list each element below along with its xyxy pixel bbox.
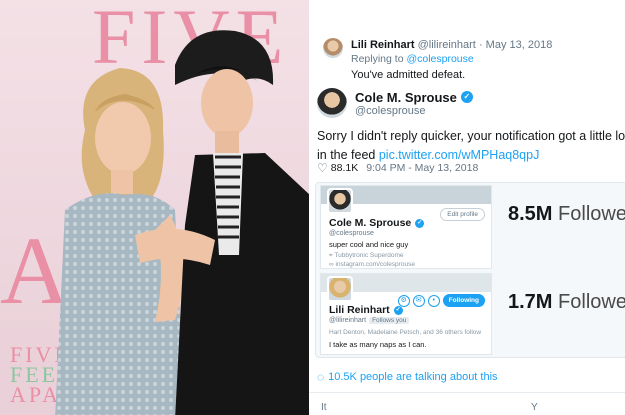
verified-badge-icon: ✓ xyxy=(460,91,473,103)
profile-name: Cole M. Sprouse ✓ xyxy=(329,217,425,229)
talking-about-text[interactable]: 10.5K people are talking about this xyxy=(328,371,497,383)
bell-icon: • xyxy=(427,294,440,307)
profile-handle: @lilireinhart Follows you xyxy=(329,317,410,324)
profile-card-cole: Edit profile Cole M. Sprouse ✓ @colesprou… xyxy=(320,185,492,269)
location-pin-icon: ⌖ xyxy=(329,252,333,259)
profile-location-text: Tubbytronic Superdome xyxy=(334,252,404,259)
reply-tweet-content: Lili Reinhart @lilireinhart · May 13, 20… xyxy=(351,38,552,82)
main-tweet-body: Sorry I didn't reply quicker, your notif… xyxy=(317,127,625,165)
avatar xyxy=(327,188,353,214)
profile-website-text: instagram.com/colesprouse xyxy=(335,261,415,268)
man-figure xyxy=(135,30,309,415)
edit-profile-button: Edit profile xyxy=(440,208,485,221)
followers-label: Followe xyxy=(558,291,625,313)
profile-name-text: Cole M. Sprouse xyxy=(329,217,412,229)
profile-card-lili: ⚙ ✉ • Following Lili Reinhart ✓ @lilirein… xyxy=(320,273,492,355)
main-author-handle[interactable]: @colesprouse xyxy=(355,105,473,117)
cut-off-text: Y xyxy=(531,402,538,413)
reply-author-name[interactable]: Lili Reinhart xyxy=(351,39,415,51)
avatar xyxy=(327,276,353,302)
like-count[interactable]: 88.1K xyxy=(331,162,358,174)
replying-to: Replying to @colesprouse xyxy=(351,52,552,66)
cut-off-text: It xyxy=(321,402,327,413)
main-author-name[interactable]: Cole M. Sprouse xyxy=(355,90,457,105)
divider xyxy=(309,392,625,393)
main-tweet-header: Cole M. Sprouse ✓ @colesprouse xyxy=(317,88,473,118)
main-author-name-row[interactable]: Cole M. Sprouse ✓ xyxy=(355,90,473,105)
event-photo: FIVE A FIVE FEET APART xyxy=(0,0,309,415)
followers-label: Followe xyxy=(558,203,625,225)
profile-actions: ⚙ ✉ • Following xyxy=(397,294,485,307)
followers-count: 8.5M xyxy=(508,203,553,225)
tweet-panel: Lili Reinhart @lilireinhart · May 13, 20… xyxy=(309,0,625,415)
followers-stat-cole: 8.5M Followe xyxy=(508,203,625,226)
reply-body: You've admitted defeat. xyxy=(351,69,466,81)
verified-badge-icon: ✓ xyxy=(415,218,425,228)
profile-bio: super cool and nice guy xyxy=(329,240,409,249)
profile-name: Lili Reinhart ✓ xyxy=(329,304,403,316)
profile-mutuals: Hart Denton, Madelaine Petsch, and 36 ot… xyxy=(329,329,482,336)
link-icon: ∞ xyxy=(329,261,334,268)
following-button: Following xyxy=(442,294,485,307)
replying-to-link[interactable]: @colesprouse xyxy=(406,53,473,65)
followers-stat-lili: 1.7M Followe xyxy=(508,291,625,314)
profile-location: ⌖ Tubbytronic Superdome xyxy=(329,252,404,260)
main-tweet-link[interactable]: pic.twitter.com/wMPHaq8qpJ xyxy=(379,148,539,162)
mail-icon: ✉ xyxy=(412,294,425,307)
main-author: Cole M. Sprouse ✓ @colesprouse xyxy=(355,90,473,117)
followers-count: 1.7M xyxy=(508,291,553,313)
profile-website: ∞ instagram.com/colesprouse xyxy=(329,261,415,268)
profile-handle: @colesprouse xyxy=(329,230,374,237)
profile-name-text: Lili Reinhart xyxy=(329,304,390,316)
replying-to-prefix: Replying to xyxy=(351,53,407,65)
tweet-timestamp[interactable]: 9:04 PM - May 13, 2018 xyxy=(366,162,478,174)
verified-badge-icon: ✓ xyxy=(393,305,403,315)
avatar[interactable] xyxy=(323,38,343,58)
embedded-image[interactable]: Edit profile Cole M. Sprouse ✓ @colesprou… xyxy=(315,182,625,358)
follows-you-badge: Follows you xyxy=(369,317,410,324)
reply-header: Lili Reinhart @lilireinhart · May 13, 20… xyxy=(351,38,552,52)
reply-tweet[interactable]: Lili Reinhart @lilireinhart · May 13, 20… xyxy=(323,38,552,82)
tweet-meta: ♡ 88.1K 9:04 PM - May 13, 2018 xyxy=(317,161,478,175)
heart-icon[interactable]: ♡ xyxy=(317,161,328,175)
reply-author-handle[interactable]: @lilireinhart xyxy=(418,39,476,51)
profile-handle-text: @lilireinhart xyxy=(329,317,367,324)
speech-bubble-icon: ◌ xyxy=(317,370,325,384)
avatar[interactable] xyxy=(317,88,347,118)
reply-date[interactable]: · May 13, 2018 xyxy=(479,39,552,51)
talking-about-link[interactable]: ◌ 10.5K people are talking about this xyxy=(317,370,498,384)
profile-bio: I take as many naps as I can. xyxy=(329,340,427,349)
